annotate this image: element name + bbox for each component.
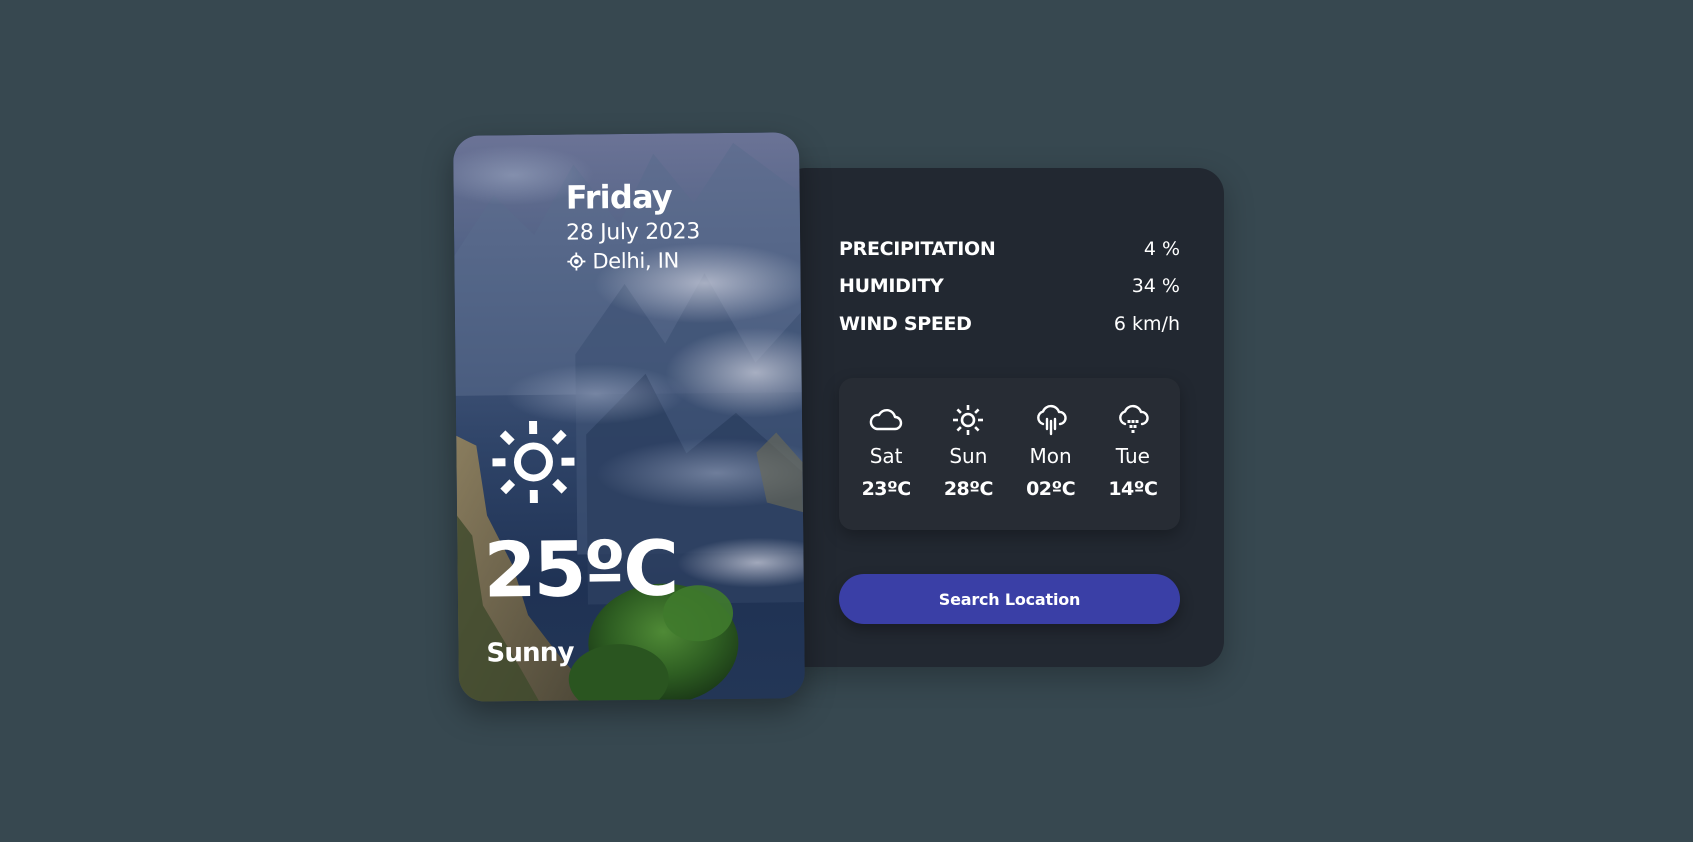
stat-label: HUMIDITY <box>839 275 944 298</box>
stat-value: 34 % <box>1131 275 1180 298</box>
current-location: Delhi, IN <box>566 248 700 273</box>
forecast-day-name: Sun <box>949 444 988 468</box>
forecast-day-mon[interactable]: Mon 02ºC <box>1016 378 1086 530</box>
current-day: Friday <box>565 177 673 217</box>
stat-row-wind-speed: WIND SPEED 6 km/h <box>839 305 1180 343</box>
weather-app: PRECIPITATION 4 % HUMIDITY 34 % WIND SPE… <box>0 0 1693 842</box>
stat-row-precipitation: PRECIPITATION 4 % <box>839 230 1180 268</box>
stat-label: PRECIPITATION <box>839 237 996 260</box>
sun-icon <box>953 405 984 435</box>
forecast-day-sun[interactable]: Sun 28ºC <box>933 378 1003 530</box>
forecast-day-tue[interactable]: Tue 14ºC <box>1098 378 1168 530</box>
week-forecast: Sat 23ºC Sun 28ºC Mon 02ºC Tue 14ºC <box>839 378 1180 530</box>
cloud-icon <box>869 408 903 431</box>
sun-icon <box>492 420 575 504</box>
weather-stats: PRECIPITATION 4 % HUMIDITY 34 % WIND SPE… <box>839 230 1180 343</box>
location-target-icon <box>567 252 586 271</box>
forecast-day-name: Mon <box>1029 444 1072 468</box>
forecast-day-sat[interactable]: Sat 23ºC <box>851 378 921 530</box>
weather-info-panel: PRECIPITATION 4 % HUMIDITY 34 % WIND SPE… <box>780 168 1224 667</box>
current-temperature: 25ºC <box>483 523 677 615</box>
stat-value: 6 km/h <box>1113 312 1180 335</box>
location-label: Delhi, IN <box>592 248 680 274</box>
cloud-hail-icon <box>1118 404 1149 433</box>
stat-row-humidity: HUMIDITY 34 % <box>839 268 1180 306</box>
search-location-button[interactable]: Search Location <box>839 574 1180 624</box>
forecast-day-name: Sat <box>869 444 903 468</box>
stat-label: WIND SPEED <box>839 312 972 335</box>
forecast-day-temp: 28ºC <box>943 478 994 500</box>
forecast-day-temp: 14ºC <box>1108 478 1158 500</box>
cloud-rain-icon <box>1036 404 1067 436</box>
current-date-block: Friday 28 July 2023 Delhi, IN <box>565 177 701 274</box>
forecast-day-temp: 02ºC <box>1026 478 1076 500</box>
current-date: 28 July 2023 <box>565 219 701 246</box>
current-weather-card: Friday 28 July 2023 Delhi, IN 25ºC Sunny <box>453 132 805 702</box>
forecast-day-temp: 23ºC <box>861 478 912 500</box>
current-weather-description: Sunny <box>486 637 574 669</box>
forecast-day-name: Tue <box>1115 444 1150 468</box>
stat-value: 4 % <box>1143 237 1180 260</box>
